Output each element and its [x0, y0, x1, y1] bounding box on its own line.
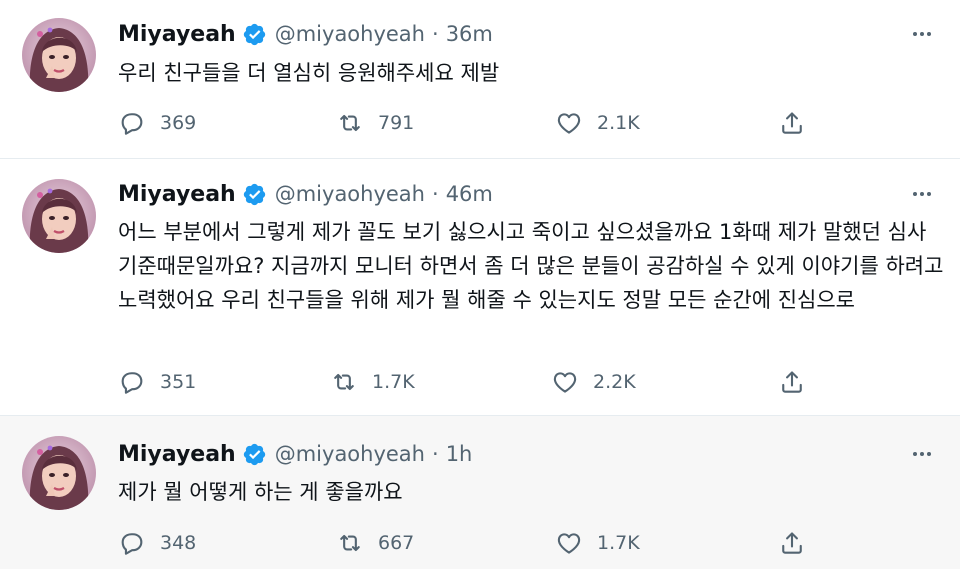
retweet-count: 1.7K — [372, 371, 415, 393]
retweet-icon — [330, 368, 358, 396]
reply-button[interactable]: 351 — [118, 367, 196, 397]
avatar[interactable] — [22, 18, 96, 92]
tweet-text: 어느 부분에서 그렇게 제가 꼴도 보기 싫으시고 죽이고 싶으셨을까요 1화때… — [118, 220, 944, 312]
tweet-text: 제가 뭘 어떻게 하는 게 좋을까요 — [118, 480, 403, 504]
user-handle[interactable]: @miyaohyeah — [275, 182, 425, 206]
share-button[interactable] — [778, 367, 806, 397]
tweet-feed: Miyayeah @miyaohyeah · 36m 우리 친구들을 더 열심히… — [0, 0, 960, 569]
display-name[interactable]: Miyayeah — [118, 442, 236, 467]
like-button[interactable]: 1.7K — [555, 528, 640, 558]
tweet[interactable]: Miyayeah @miyaohyeah · 36m 우리 친구들을 더 열심히… — [0, 0, 960, 158]
retweet-count: 667 — [378, 532, 415, 554]
retweet-button[interactable]: 667 — [336, 528, 414, 558]
tweet-header: Miyayeah @miyaohyeah · 36m — [118, 17, 493, 51]
reply-count: 369 — [160, 112, 197, 134]
retweet-button[interactable]: 791 — [336, 108, 414, 138]
retweet-button[interactable]: 1.7K — [330, 367, 415, 397]
like-count: 2.2K — [593, 371, 636, 393]
like-count: 2.1K — [597, 112, 640, 134]
tweet-header: Miyayeah @miyaohyeah · 1h — [118, 437, 472, 471]
timestamp[interactable]: 36m — [446, 22, 493, 46]
heart-icon — [555, 109, 583, 137]
retweet-count: 791 — [378, 112, 415, 134]
more-dots-icon[interactable] — [906, 19, 938, 49]
timestamp[interactable]: 46m — [446, 182, 493, 206]
heart-icon — [555, 529, 583, 557]
share-icon — [778, 368, 806, 396]
tweet[interactable]: Miyayeah @miyaohyeah · 1h 제가 뭘 어떻게 하는 게 … — [0, 416, 960, 569]
share-button[interactable] — [778, 108, 806, 138]
avatar[interactable] — [22, 179, 96, 253]
share-icon — [778, 109, 806, 137]
display-name[interactable]: Miyayeah — [118, 182, 236, 207]
more-dots-icon[interactable] — [906, 439, 938, 469]
avatar-image — [22, 179, 96, 253]
verified-badge-icon — [242, 22, 267, 47]
reply-icon — [118, 368, 146, 396]
separator-dot: · — [432, 182, 439, 206]
tweet-text: 우리 친구들을 더 열심히 응원해주세요 제발 — [118, 61, 500, 85]
share-button[interactable] — [778, 528, 806, 558]
more-dots-icon[interactable] — [906, 179, 938, 209]
like-button[interactable]: 2.1K — [555, 108, 640, 138]
reply-count: 348 — [160, 532, 197, 554]
avatar-image — [22, 18, 96, 92]
timestamp[interactable]: 1h — [446, 442, 473, 466]
separator-dot: · — [432, 442, 439, 466]
tweet[interactable]: Miyayeah @miyaohyeah · 46m 어느 부분에서 그렇게 제… — [0, 159, 960, 415]
like-count: 1.7K — [597, 532, 640, 554]
heart-icon — [551, 368, 579, 396]
verified-badge-icon — [242, 182, 267, 207]
retweet-icon — [336, 109, 364, 137]
retweet-icon — [336, 529, 364, 557]
reply-icon — [118, 109, 146, 137]
separator-dot: · — [432, 22, 439, 46]
verified-badge-icon — [242, 442, 267, 467]
like-button[interactable]: 2.2K — [551, 367, 636, 397]
tweet-header: Miyayeah @miyaohyeah · 46m — [118, 177, 493, 211]
share-icon — [778, 529, 806, 557]
reply-button[interactable]: 348 — [118, 528, 196, 558]
reply-icon — [118, 529, 146, 557]
reply-button[interactable]: 369 — [118, 108, 196, 138]
avatar-image — [22, 436, 96, 510]
user-handle[interactable]: @miyaohyeah — [275, 22, 425, 46]
reply-count: 351 — [160, 371, 197, 393]
user-handle[interactable]: @miyaohyeah — [275, 442, 425, 466]
avatar[interactable] — [22, 436, 96, 510]
display-name[interactable]: Miyayeah — [118, 22, 236, 47]
